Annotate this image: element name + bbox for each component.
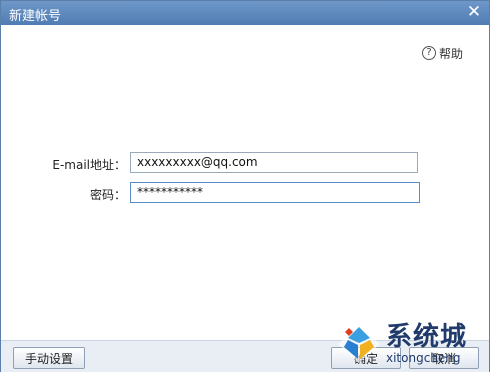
- new-account-dialog: 新建帐号 ✕ ? 帮助 E-mail地址： xxxxxxxxx@qq.com 密…: [0, 0, 490, 372]
- watermark-logo-icon: [338, 325, 380, 363]
- dialog-title: 新建帐号: [9, 9, 62, 24]
- password-label: 密码：: [89, 188, 126, 202]
- watermark: 系统城 xitongcheng: [336, 318, 488, 370]
- watermark-text-cn: 系统城: [386, 322, 468, 352]
- title-bar[interactable]: 新建帐号 ✕: [1, 1, 489, 25]
- help-link[interactable]: ? 帮助: [422, 45, 463, 61]
- help-label: 帮助: [439, 46, 464, 61]
- manual-settings-button[interactable]: 手动设置: [13, 347, 85, 369]
- email-label: E-mail地址：: [52, 158, 126, 172]
- help-icon: ?: [422, 46, 436, 60]
- email-field[interactable]: xxxxxxxxx@qq.com: [130, 152, 418, 173]
- password-field[interactable]: ***********: [130, 182, 420, 203]
- watermark-text-en: xitongcheng: [386, 351, 461, 365]
- close-icon[interactable]: ✕: [465, 3, 483, 21]
